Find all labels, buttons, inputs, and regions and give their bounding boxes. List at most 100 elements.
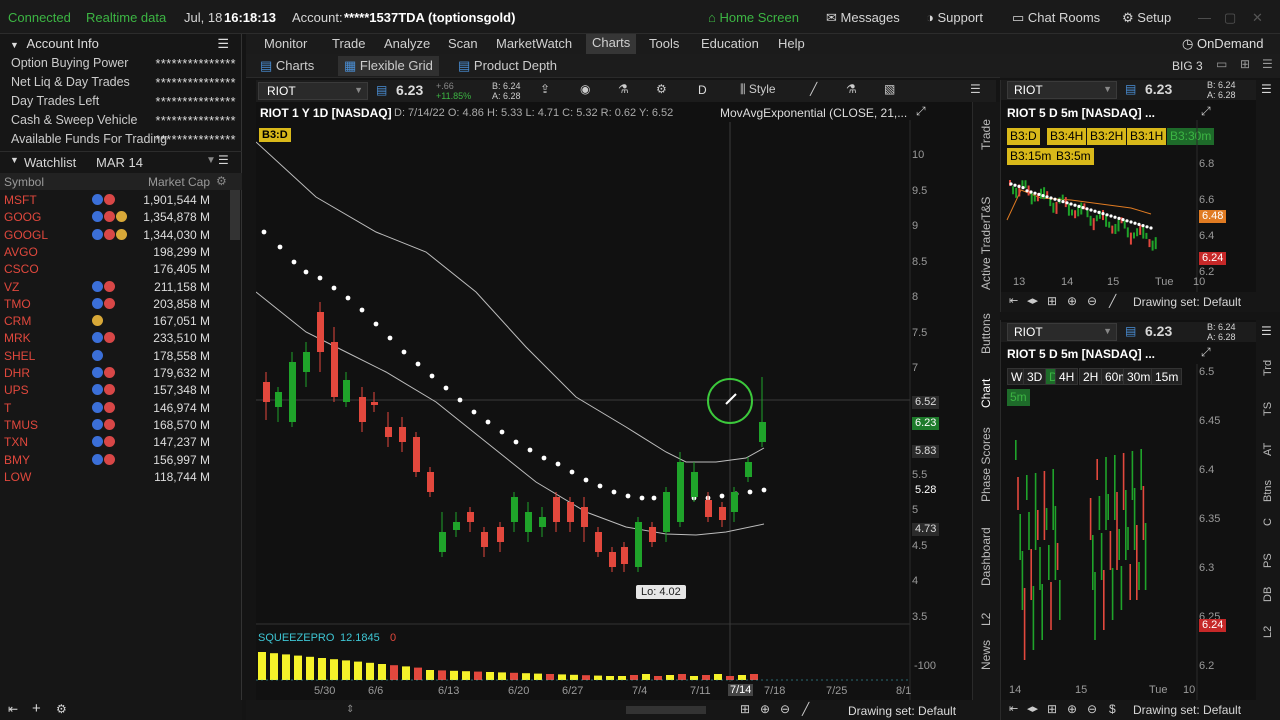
chat-rooms-button[interactable]: ▭ Chat Rooms	[1012, 10, 1100, 26]
menu-icon[interactable]: ☰	[217, 35, 229, 53]
main-chart-area[interactable]: RIOT 1 Y 1D [NASDAQ] D: 7/14/22 O: 4.86 …	[256, 102, 972, 700]
col-marketcap[interactable]: Market Cap	[148, 175, 210, 189]
info-icon[interactable]	[92, 194, 103, 205]
watchlist-row[interactable]: MSFT 1,901,544 M	[0, 191, 240, 208]
alert-icon[interactable]	[104, 211, 115, 223]
info-icon[interactable]	[92, 384, 103, 396]
scroll-left-icon[interactable]: ⇤	[1009, 294, 1018, 307]
side-tab[interactable]: Active Trader	[979, 219, 993, 290]
layout-icon[interactable]: ▭	[1216, 57, 1227, 71]
alert-icon[interactable]	[104, 367, 115, 378]
tab-charts[interactable]: Charts	[586, 34, 637, 54]
ondemand-button[interactable]: ◷ OnDemand	[1182, 36, 1263, 52]
menu-icon[interactable]: ☰	[970, 82, 981, 96]
watchlist-row[interactable]: UPS 157,348 M	[0, 381, 240, 398]
far-right-tab[interactable]: Trd	[1262, 360, 1274, 376]
tab-education[interactable]: Education	[701, 36, 759, 51]
alert-icon[interactable]	[104, 436, 115, 448]
far-right-tab[interactable]: C	[1262, 518, 1274, 526]
info-icon[interactable]	[92, 349, 103, 361]
earnings-icon[interactable]	[92, 315, 103, 327]
side-tab[interactable]: Dashboard	[979, 527, 993, 586]
layout-grid-icon[interactable]: ⊞	[1240, 57, 1250, 71]
earnings-icon[interactable]	[116, 211, 127, 223]
watchlist-symbol[interactable]: LOW	[4, 470, 31, 484]
scroll-left-icon[interactable]: ⇤	[1009, 702, 1018, 715]
watchlist-symbol[interactable]: UPS	[4, 383, 29, 397]
messages-button[interactable]: ✉ Messages	[826, 10, 900, 26]
grid-layout-label[interactable]: BIG 3	[1172, 59, 1203, 73]
link-icon[interactable]: ▤	[376, 83, 387, 97]
watchlist-symbol[interactable]: TMUS	[4, 418, 38, 432]
watchlist-row[interactable]: DHR 179,632 M	[0, 364, 240, 381]
watchlist-row[interactable]: T 146,974 M	[0, 399, 240, 416]
side-tab[interactable]: Buttons	[979, 313, 993, 354]
tab-help[interactable]: Help	[778, 36, 805, 51]
watchlist-symbol[interactable]: BMY	[4, 453, 30, 467]
zoom-out-icon[interactable]: ⊖	[1087, 294, 1097, 308]
watchlist-row[interactable]: VZ 211,158 M	[0, 278, 240, 295]
tab-marketwatch[interactable]: MarketWatch	[496, 36, 572, 51]
alert-icon[interactable]	[104, 228, 115, 240]
pencil-icon[interactable]: ╱	[802, 702, 809, 716]
zoom-fit-icon[interactable]: ⊞	[1047, 702, 1057, 716]
watchlist-symbol[interactable]: SHEL	[4, 349, 35, 363]
maximize-icon[interactable]: ▢	[1224, 10, 1236, 26]
info-icon[interactable]	[92, 280, 103, 292]
menu-icon[interactable]: ☰	[1261, 82, 1272, 96]
menu-icon[interactable]: ☰	[218, 153, 229, 167]
support-button[interactable]: ◑ Support	[926, 10, 983, 25]
horizontal-scrollbar[interactable]	[626, 706, 706, 714]
side-tab[interactable]: L2	[979, 613, 993, 626]
watchlist-row[interactable]: TXN 147,237 M	[0, 433, 240, 450]
watchlist-row[interactable]: SHEL 178,558 M	[0, 347, 240, 364]
info-icon[interactable]	[92, 401, 103, 413]
right-top-chart[interactable]: RIOT ▼ ▤ 6.23 B: 6.24 A: 6.28 ☰ RIOT 5 D…	[1000, 80, 1280, 312]
zoom-out-icon[interactable]: ⊖	[780, 702, 790, 716]
chevron-down-icon[interactable]: ▼	[206, 155, 216, 166]
watchlist-row[interactable]: CRM 167,051 M	[0, 312, 240, 329]
earnings-icon[interactable]	[116, 228, 127, 240]
watchlist-row[interactable]: BMY 156,997 M	[0, 451, 240, 468]
far-right-tab[interactable]: AT	[1262, 443, 1274, 456]
alert-icon[interactable]	[104, 297, 115, 309]
snapshot-icon[interactable]: ◉	[580, 82, 590, 96]
side-tab[interactable]: Trade	[979, 119, 993, 150]
zoom-fit-icon[interactable]: ⊞	[1047, 294, 1057, 308]
info-icon[interactable]	[92, 332, 103, 344]
watchlist-row[interactable]: CSCO 176,405 M	[0, 260, 240, 277]
drawing-set[interactable]: Drawing set: Default	[848, 704, 956, 718]
zoom-out-icon[interactable]: ⊖	[1087, 702, 1097, 716]
pan-icon[interactable]: ◂▸	[1027, 702, 1038, 715]
info-icon[interactable]	[92, 367, 103, 378]
tab-scan[interactable]: Scan	[448, 36, 478, 51]
watchlist-header[interactable]: ▼ Watchlist MAR 14 ▼ ☰	[0, 151, 242, 171]
watchlist-symbol[interactable]: CSCO	[4, 262, 39, 276]
timeframe-button[interactable]: D	[698, 83, 707, 97]
info-icon[interactable]	[92, 211, 103, 223]
watchlist-symbol[interactable]: TMO	[4, 297, 31, 311]
watchlist-row[interactable]: AVGO 198,299 M	[0, 243, 240, 260]
watchlist-row[interactable]: MRK 233,510 M	[0, 329, 240, 346]
drawing-set[interactable]: Drawing set: Default	[1133, 295, 1241, 309]
info-icon[interactable]	[92, 228, 103, 240]
collapse-icon[interactable]: ▼	[10, 40, 19, 50]
gear-icon[interactable]: ⚙	[656, 82, 667, 96]
zoom-in-icon[interactable]: ⊕	[760, 702, 770, 716]
home-screen-button[interactable]: ⌂ Home Screen	[708, 10, 799, 25]
watchlist-symbol[interactable]: GOOG	[4, 210, 41, 224]
alert-icon[interactable]	[104, 384, 115, 396]
watchlist-row[interactable]: TMO 203,858 M	[0, 295, 240, 312]
watchlist-symbol[interactable]: GOOGL	[4, 228, 48, 242]
tab-tools[interactable]: Tools	[649, 36, 679, 51]
studies-icon[interactable]: ⚗	[846, 82, 857, 96]
watchlist-symbol[interactable]: TXN	[4, 435, 28, 449]
settings-icon[interactable]: ⚙	[216, 174, 227, 188]
watchlist-row[interactable]: TMUS 168,570 M	[0, 416, 240, 433]
far-right-tab[interactable]: PS	[1262, 553, 1274, 568]
alert-icon[interactable]	[104, 401, 115, 413]
alert-icon[interactable]	[104, 280, 115, 292]
flask-icon[interactable]: ⚗	[618, 82, 629, 96]
side-tab[interactable]: News	[979, 640, 993, 670]
alert-icon[interactable]	[104, 418, 115, 430]
